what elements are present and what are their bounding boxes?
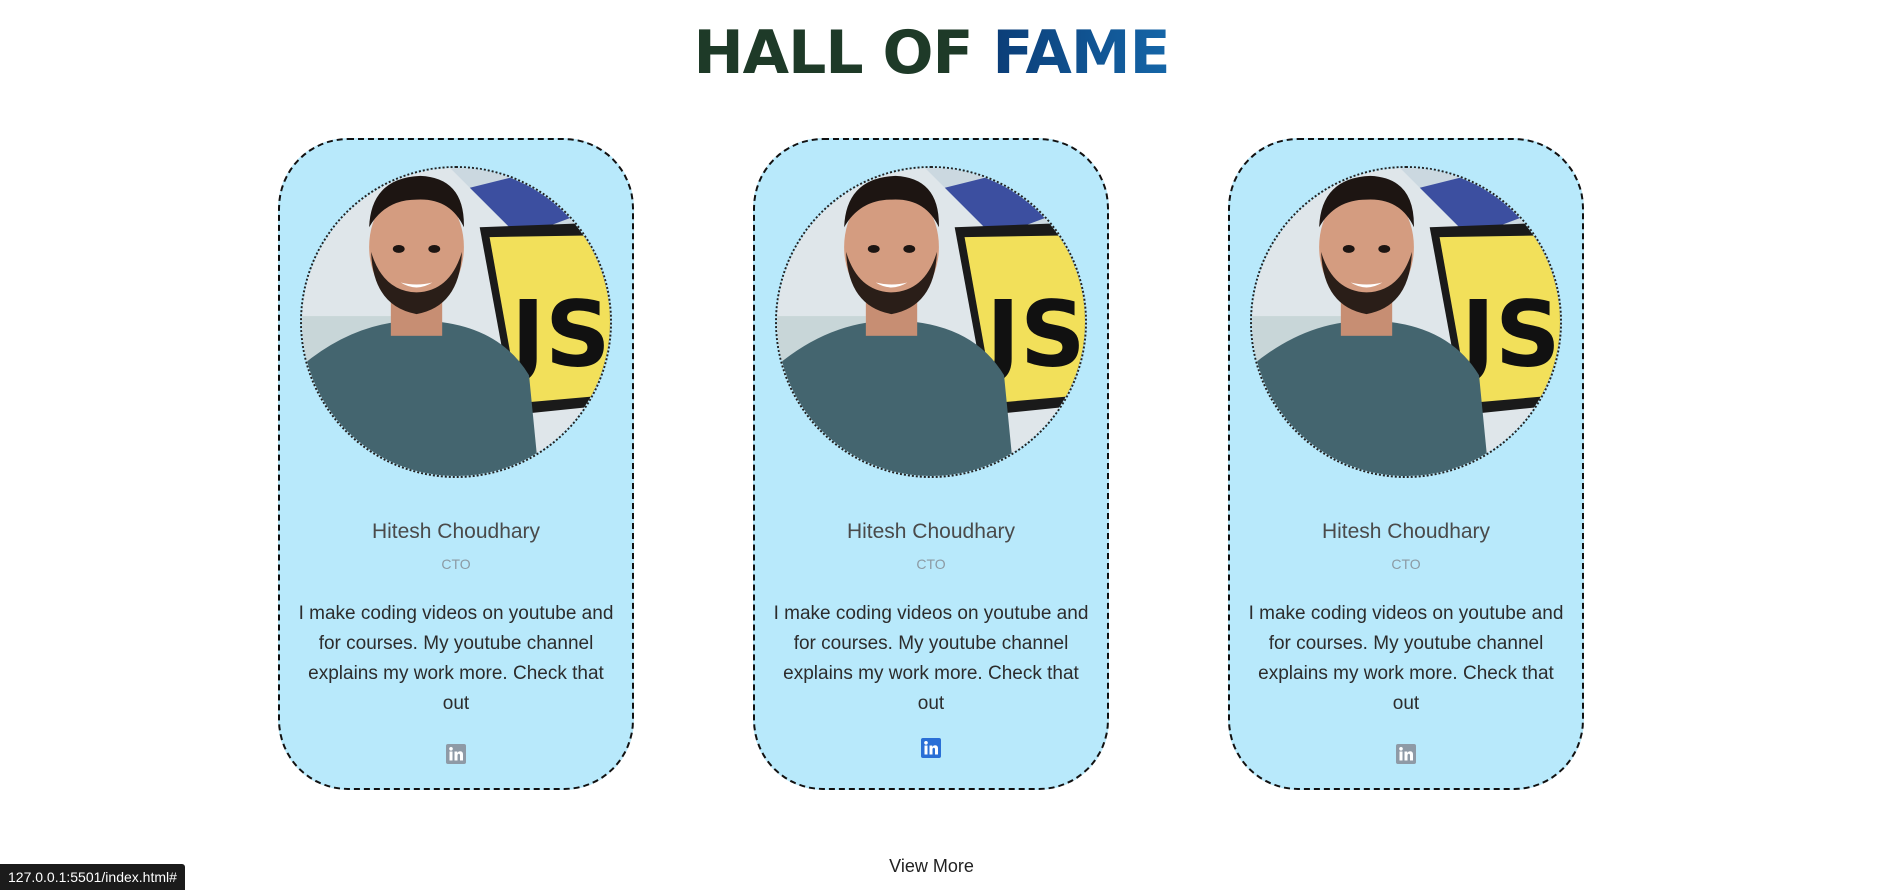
title-part-hall-of: HALL OF bbox=[693, 18, 973, 88]
linkedin-icon bbox=[446, 744, 466, 764]
linkedin-link[interactable] bbox=[1396, 744, 1416, 764]
member-role: CTO bbox=[1391, 556, 1421, 572]
page-title: HALL OF FAME bbox=[0, 18, 1863, 88]
member-name: Hitesh Choudhary bbox=[371, 520, 541, 543]
member-role: CTO bbox=[441, 556, 471, 572]
title-part-fame: FAME bbox=[992, 18, 1170, 88]
view-more-link[interactable]: View More bbox=[0, 856, 1863, 877]
member-description: I make coding videos on youtube and for … bbox=[773, 603, 1089, 714]
linkedin-icon bbox=[921, 738, 941, 758]
team-card: JS Hitesh Choudhary CTO I make coding vi… bbox=[753, 138, 1109, 790]
linkedin-link[interactable] bbox=[921, 738, 941, 758]
member-name: Hitesh Choudhary bbox=[846, 520, 1016, 543]
profile-photo: JS bbox=[300, 166, 612, 478]
team-card: JS Hitesh Choudhary CTO I make coding vi… bbox=[1228, 138, 1584, 790]
profile-photo: JS bbox=[1250, 166, 1562, 478]
profile-photo: JS bbox=[775, 166, 1087, 478]
status-bar-url: 127.0.0.1:5501/index.html# bbox=[0, 864, 185, 890]
page: HALL OF FAME JS Hitesh Choudhary CTO I m… bbox=[0, 0, 1895, 890]
member-name: Hitesh Choudhary bbox=[1321, 520, 1491, 543]
member-description: I make coding videos on youtube and for … bbox=[298, 603, 614, 714]
linkedin-link[interactable] bbox=[446, 744, 466, 764]
member-description: I make coding videos on youtube and for … bbox=[1248, 603, 1564, 714]
member-role: CTO bbox=[916, 556, 946, 572]
team-card: JS Hitesh Choudhary CTO I make coding vi… bbox=[278, 138, 634, 790]
linkedin-icon bbox=[1396, 744, 1416, 764]
